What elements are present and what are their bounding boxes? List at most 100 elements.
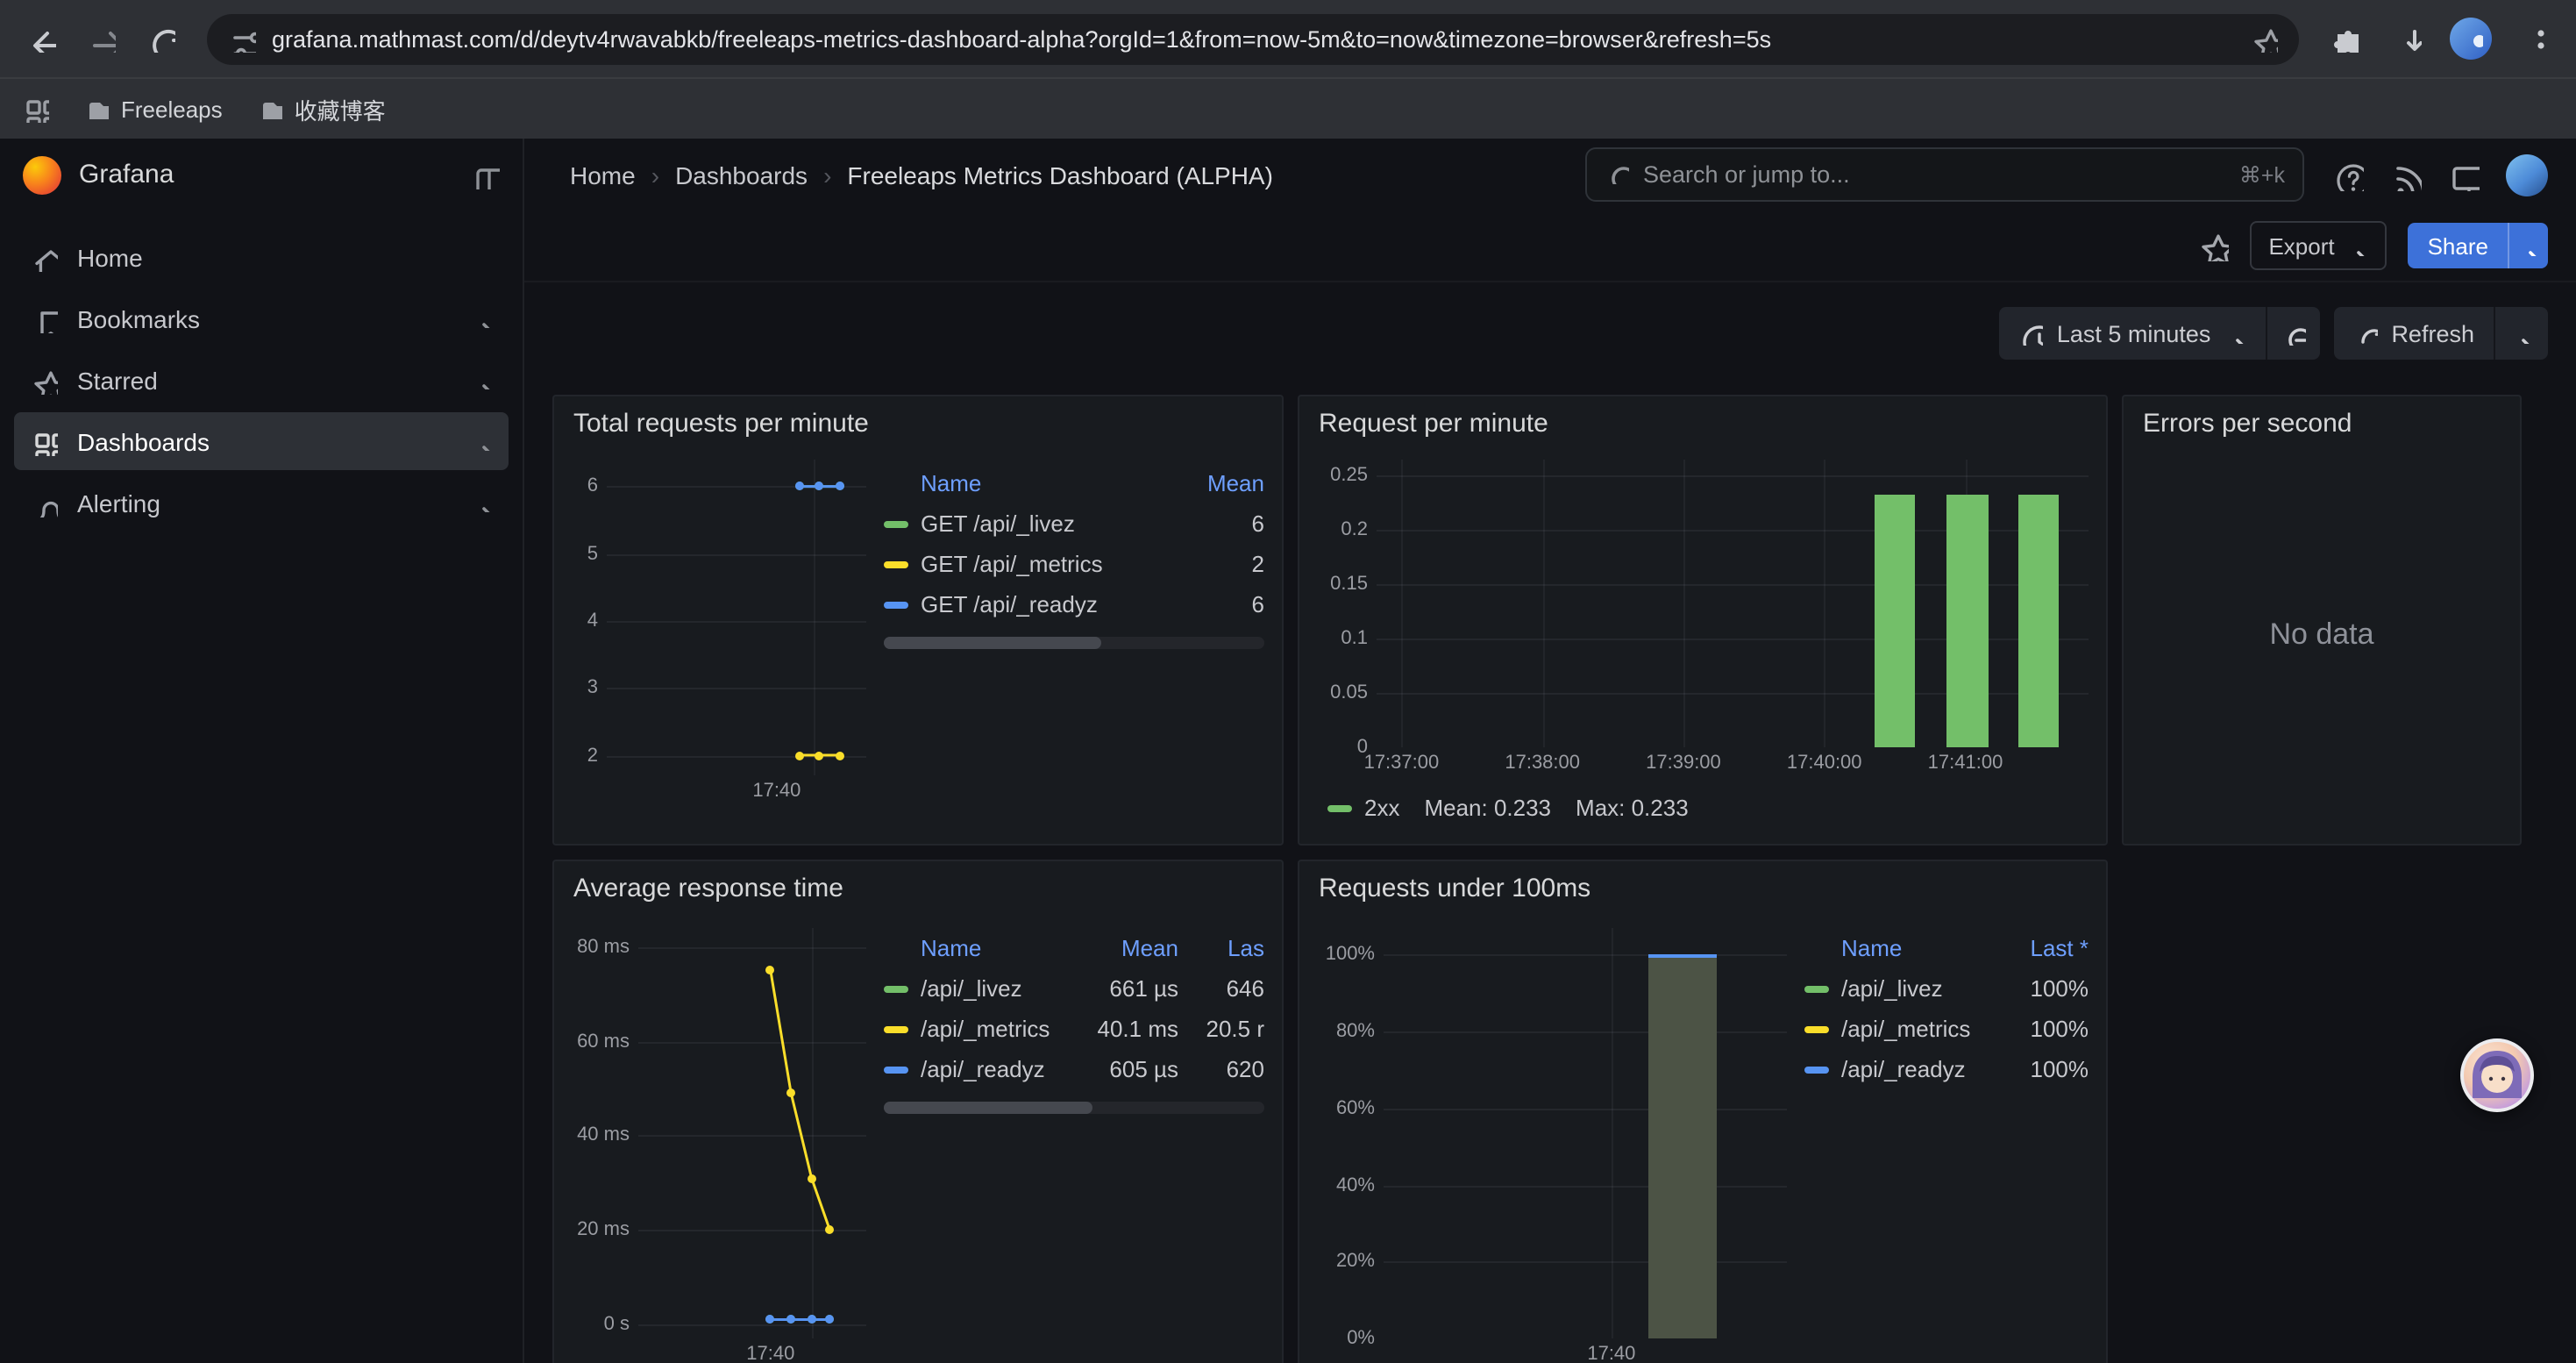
url-bar[interactable]: grafana.mathmast.com/d/deytv4rwavabkb/fr… <box>207 13 2299 64</box>
refresh-button[interactable]: Refresh <box>2333 307 2494 360</box>
legend-row[interactable]: GET /api/_livez6 <box>884 503 1264 544</box>
series-name: /api/_readyz <box>1841 1056 1992 1082</box>
panel-total-requests-per-minute[interactable]: Total requests per minute 65432 17:40 <box>552 395 1284 846</box>
export-button[interactable]: Export <box>2249 221 2387 270</box>
legend-series[interactable]: 2xx <box>1327 795 1399 821</box>
panel-title[interactable]: Total requests per minute <box>554 396 1282 439</box>
y-tick-label: 3 <box>587 677 598 698</box>
chevron-down-icon[interactable] <box>472 304 493 332</box>
legend-column-header[interactable]: Las <box>1191 935 1264 961</box>
legend-column-header[interactable]: Mean <box>1173 470 1264 496</box>
plot-area[interactable] <box>1377 460 2089 747</box>
sidebar-item-starred[interactable]: Starred <box>14 351 509 409</box>
bookmark-folder-freeleaps[interactable]: Freeleaps <box>84 94 223 124</box>
browser-toolbar: grafana.mathmast.com/d/deytv4rwavabkb/fr… <box>0 0 2576 77</box>
bookmark-icon <box>30 304 58 332</box>
legend-column-header[interactable]: Last * <box>2004 935 2089 961</box>
panel-request-per-minute[interactable]: Request per minute 0.250.20.150.10.050 1… <box>1298 395 2108 846</box>
legend-row[interactable]: /api/_readyz605 µs620 <box>884 1049 1264 1089</box>
series-value: 2 <box>1173 551 1264 577</box>
search-shortcut: ⌘+k <box>2239 161 2285 188</box>
panel-requests-under-100ms[interactable]: Requests under 100ms 100%80%60%40%20%0% … <box>1298 860 2108 1363</box>
search-input[interactable]: Search or jump to... ⌘+k <box>1585 147 2304 202</box>
bar <box>1946 495 1988 747</box>
app-header: Home › Dashboards › Freeleaps Metrics Da… <box>524 139 2576 211</box>
kiosk-monitor-icon[interactable] <box>2448 159 2480 190</box>
forward-button[interactable] <box>74 11 130 67</box>
legend-scrollbar[interactable] <box>884 637 1264 649</box>
clock-icon <box>2018 321 2043 346</box>
sidebar-item-alerting[interactable]: Alerting <box>14 474 509 532</box>
legend-row[interactable]: GET /api/_readyz6 <box>884 584 1264 624</box>
brand-title: Grafana <box>79 160 454 189</box>
favorite-star-button[interactable] <box>2196 230 2228 261</box>
bookmark-label: 收藏博客 <box>295 92 386 125</box>
share-caret-button[interactable] <box>2508 223 2548 268</box>
url-text[interactable]: grafana.mathmast.com/d/deytv4rwavabkb/fr… <box>272 25 2234 52</box>
breadcrumb-dashboards[interactable]: Dashboards <box>675 161 808 189</box>
floating-assistant-avatar[interactable] <box>2460 1038 2534 1112</box>
data-point <box>786 1088 795 1097</box>
downloads-button[interactable] <box>2380 11 2436 67</box>
plot-area[interactable] <box>638 928 866 1338</box>
browser-profile-avatar[interactable] <box>2450 18 2492 60</box>
legend-row[interactable]: /api/_readyz100% <box>1804 1049 2089 1089</box>
x-axis: 17:37:0017:38:0017:39:0017:40:0017:41:00 <box>1377 747 2089 775</box>
data-point <box>794 482 803 491</box>
legend-row[interactable]: /api/_metrics40.1 ms20.5 r <box>884 1009 1264 1049</box>
legend-column-header[interactable]: Name <box>921 935 1064 961</box>
plot-area[interactable] <box>607 460 866 775</box>
sidebar-item-dashboards[interactable]: Dashboards <box>14 412 509 470</box>
user-avatar[interactable] <box>2506 153 2548 196</box>
chevron-down-icon[interactable] <box>472 366 493 394</box>
browser-window: grafana.mathmast.com/d/deytv4rwavabkb/fr… <box>0 0 2576 1363</box>
panel-title[interactable]: Errors per second <box>2124 396 2520 439</box>
x-tick-label: 17:41:00 <box>1928 753 2003 774</box>
legend-column-header[interactable]: Name <box>1841 935 1992 961</box>
share-button[interactable]: Share <box>2409 223 2548 268</box>
scrollbar-thumb[interactable] <box>884 637 1100 649</box>
sidebar-item-home[interactable]: Home <box>14 228 509 286</box>
panel-errors-per-second[interactable]: Errors per second No data <box>2122 395 2522 846</box>
panel-average-response-time[interactable]: Average response time 80 ms60 ms40 ms20 … <box>552 860 1284 1363</box>
scrollbar-thumb[interactable] <box>884 1102 1093 1114</box>
site-settings-icon[interactable] <box>228 25 256 53</box>
browser-menu-button[interactable] <box>2506 11 2562 67</box>
zoom-out-button[interactable] <box>2266 307 2319 360</box>
sidebar-collapse-button[interactable] <box>472 161 500 189</box>
panel-title[interactable]: Request per minute <box>1299 396 2106 439</box>
legend-column-header[interactable]: Name <box>921 470 1161 496</box>
legend-row[interactable]: /api/_livez661 µs646 <box>884 968 1264 1009</box>
legend-scrollbar[interactable] <box>884 1102 1264 1114</box>
y-tick-label: 60 ms <box>577 1031 630 1052</box>
breadcrumb-home[interactable]: Home <box>570 161 636 189</box>
legend-row[interactable]: GET /api/_metrics2 <box>884 544 1264 584</box>
legend-row[interactable]: /api/_metrics100% <box>1804 1009 2089 1049</box>
time-range-picker[interactable]: Last 5 minutes <box>1999 307 2266 360</box>
help-icon[interactable] <box>2332 159 2364 190</box>
news-rss-icon[interactable] <box>2390 159 2422 190</box>
apps-grid-icon[interactable] <box>21 95 49 123</box>
plot-area[interactable] <box>1384 928 1787 1338</box>
refresh-interval-caret[interactable] <box>2495 307 2548 360</box>
sidebar: Grafana Home Bookmarks Starred <box>0 139 524 1363</box>
chevron-down-icon[interactable] <box>472 427 493 455</box>
refresh-icon <box>2352 321 2377 346</box>
share-main[interactable]: Share <box>2409 223 2508 268</box>
legend-row[interactable]: /api/_livez100% <box>1804 968 2089 1009</box>
bookmark-star-icon[interactable] <box>2250 25 2278 53</box>
bookmark-folder-blogs[interactable]: 收藏博客 <box>258 92 386 125</box>
refresh-group: Refresh <box>2333 307 2548 360</box>
back-button[interactable] <box>14 11 70 67</box>
chevron-down-icon[interactable] <box>472 489 493 517</box>
legend-column-header[interactable]: Mean <box>1077 935 1178 961</box>
reload-button[interactable] <box>133 11 189 67</box>
panel-title[interactable]: Requests under 100ms <box>1299 861 2106 903</box>
chevron-down-icon <box>2347 235 2368 256</box>
star-icon <box>30 366 58 394</box>
grafana-logo[interactable] <box>23 155 61 194</box>
gridline <box>1612 928 1613 1338</box>
panel-title[interactable]: Average response time <box>554 861 1282 903</box>
extensions-icon[interactable] <box>2316 11 2373 67</box>
sidebar-item-bookmarks[interactable]: Bookmarks <box>14 289 509 347</box>
